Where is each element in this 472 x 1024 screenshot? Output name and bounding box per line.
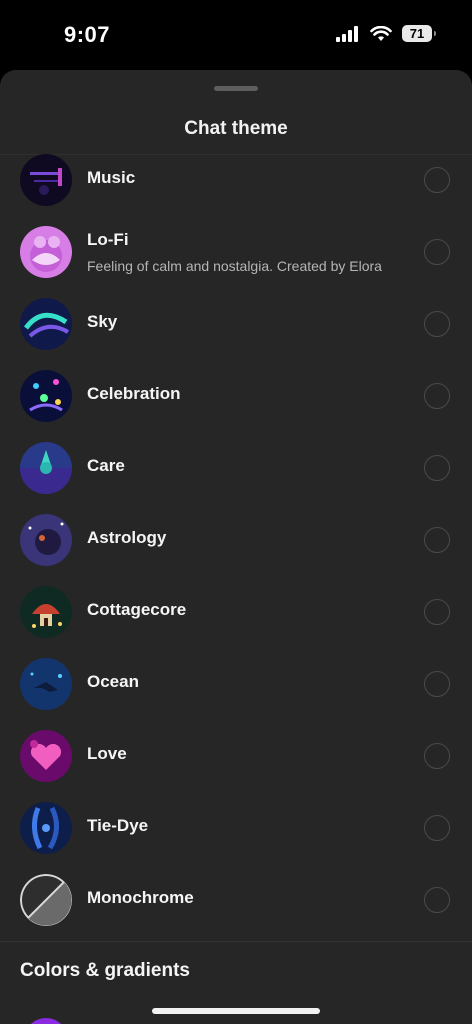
theme-row-love[interactable]: Love <box>0 720 472 792</box>
section-title: Colors & gradients <box>20 960 190 981</box>
theme-row-care[interactable]: Care <box>0 432 472 504</box>
tie-dye-theme-thumbnail <box>20 802 72 854</box>
radio-button[interactable] <box>424 167 450 193</box>
theme-name: Care <box>87 456 125 475</box>
theme-row-astrology[interactable]: Astrology <box>0 504 472 576</box>
care-theme-thumbnail <box>20 442 72 494</box>
theme-row-cottagecore[interactable]: Cottagecore <box>0 576 472 648</box>
theme-name: Love <box>87 744 127 763</box>
status-bar: 9:07 71 <box>0 0 472 70</box>
theme-row-celebration[interactable]: Celebration <box>0 360 472 432</box>
wifi-icon <box>370 25 392 41</box>
radio-button[interactable] <box>424 743 450 769</box>
theme-row-monochrome[interactable]: Monochrome <box>0 864 472 936</box>
theme-row-music[interactable]: Music <box>0 154 472 216</box>
music-theme-thumbnail <box>20 154 72 206</box>
theme-name: Music <box>87 168 136 187</box>
sheet-grabber[interactable] <box>214 86 258 91</box>
theme-description: Feeling of calm and nostalgia. Created b… <box>87 258 382 274</box>
battery-level: 71 <box>409 26 425 41</box>
astrology-theme-thumbnail <box>20 514 72 566</box>
theme-name: Monochrome <box>87 888 194 907</box>
home-indicator <box>152 1008 320 1014</box>
theme-row-lofi[interactable]: Lo-Fi Feeling of calm and nostalgia. Cre… <box>0 216 472 288</box>
radio-button[interactable] <box>424 311 450 337</box>
signal-icon <box>336 25 358 42</box>
love-theme-thumbnail <box>20 730 72 782</box>
theme-row-tie-dye[interactable]: Tie-Dye <box>0 792 472 864</box>
status-icons: 71 <box>336 25 436 42</box>
chat-theme-sheet: Chat theme Music Lo-Fi Feeling of calm a… <box>0 70 472 1024</box>
theme-name: Lo-Fi <box>87 230 129 249</box>
theme-name: Celebration <box>87 384 181 403</box>
radio-button[interactable] <box>424 239 450 265</box>
status-time: 9:07 <box>64 22 111 47</box>
ocean-theme-thumbnail <box>20 658 72 710</box>
sky-theme-thumbnail <box>20 298 72 350</box>
battery-icon: 71 <box>402 25 436 42</box>
theme-name: Tie-Dye <box>87 816 149 835</box>
theme-list[interactable]: Music Lo-Fi Feeling of calm and nostalgi… <box>0 154 472 940</box>
radio-button[interactable] <box>424 815 450 841</box>
radio-button[interactable] <box>424 599 450 625</box>
celebration-theme-thumbnail <box>20 370 72 422</box>
theme-row-sky[interactable]: Sky <box>0 288 472 360</box>
theme-name: Ocean <box>87 672 139 691</box>
cottagecore-theme-thumbnail <box>20 586 72 638</box>
theme-name: Sky <box>87 312 118 331</box>
monochrome-theme-thumbnail <box>20 874 72 926</box>
radio-button[interactable] <box>424 527 450 553</box>
lofi-theme-thumbnail <box>20 226 72 278</box>
sheet-title: Chat theme <box>184 118 288 139</box>
radio-button[interactable] <box>424 671 450 697</box>
radio-button[interactable] <box>424 455 450 481</box>
theme-name: Cottagecore <box>87 600 187 619</box>
theme-row-ocean[interactable]: Ocean <box>0 648 472 720</box>
theme-name: Astrology <box>87 528 167 547</box>
radio-button[interactable] <box>424 887 450 913</box>
radio-button[interactable] <box>424 383 450 409</box>
color-swatch[interactable] <box>24 1018 68 1024</box>
section-divider <box>0 941 472 942</box>
